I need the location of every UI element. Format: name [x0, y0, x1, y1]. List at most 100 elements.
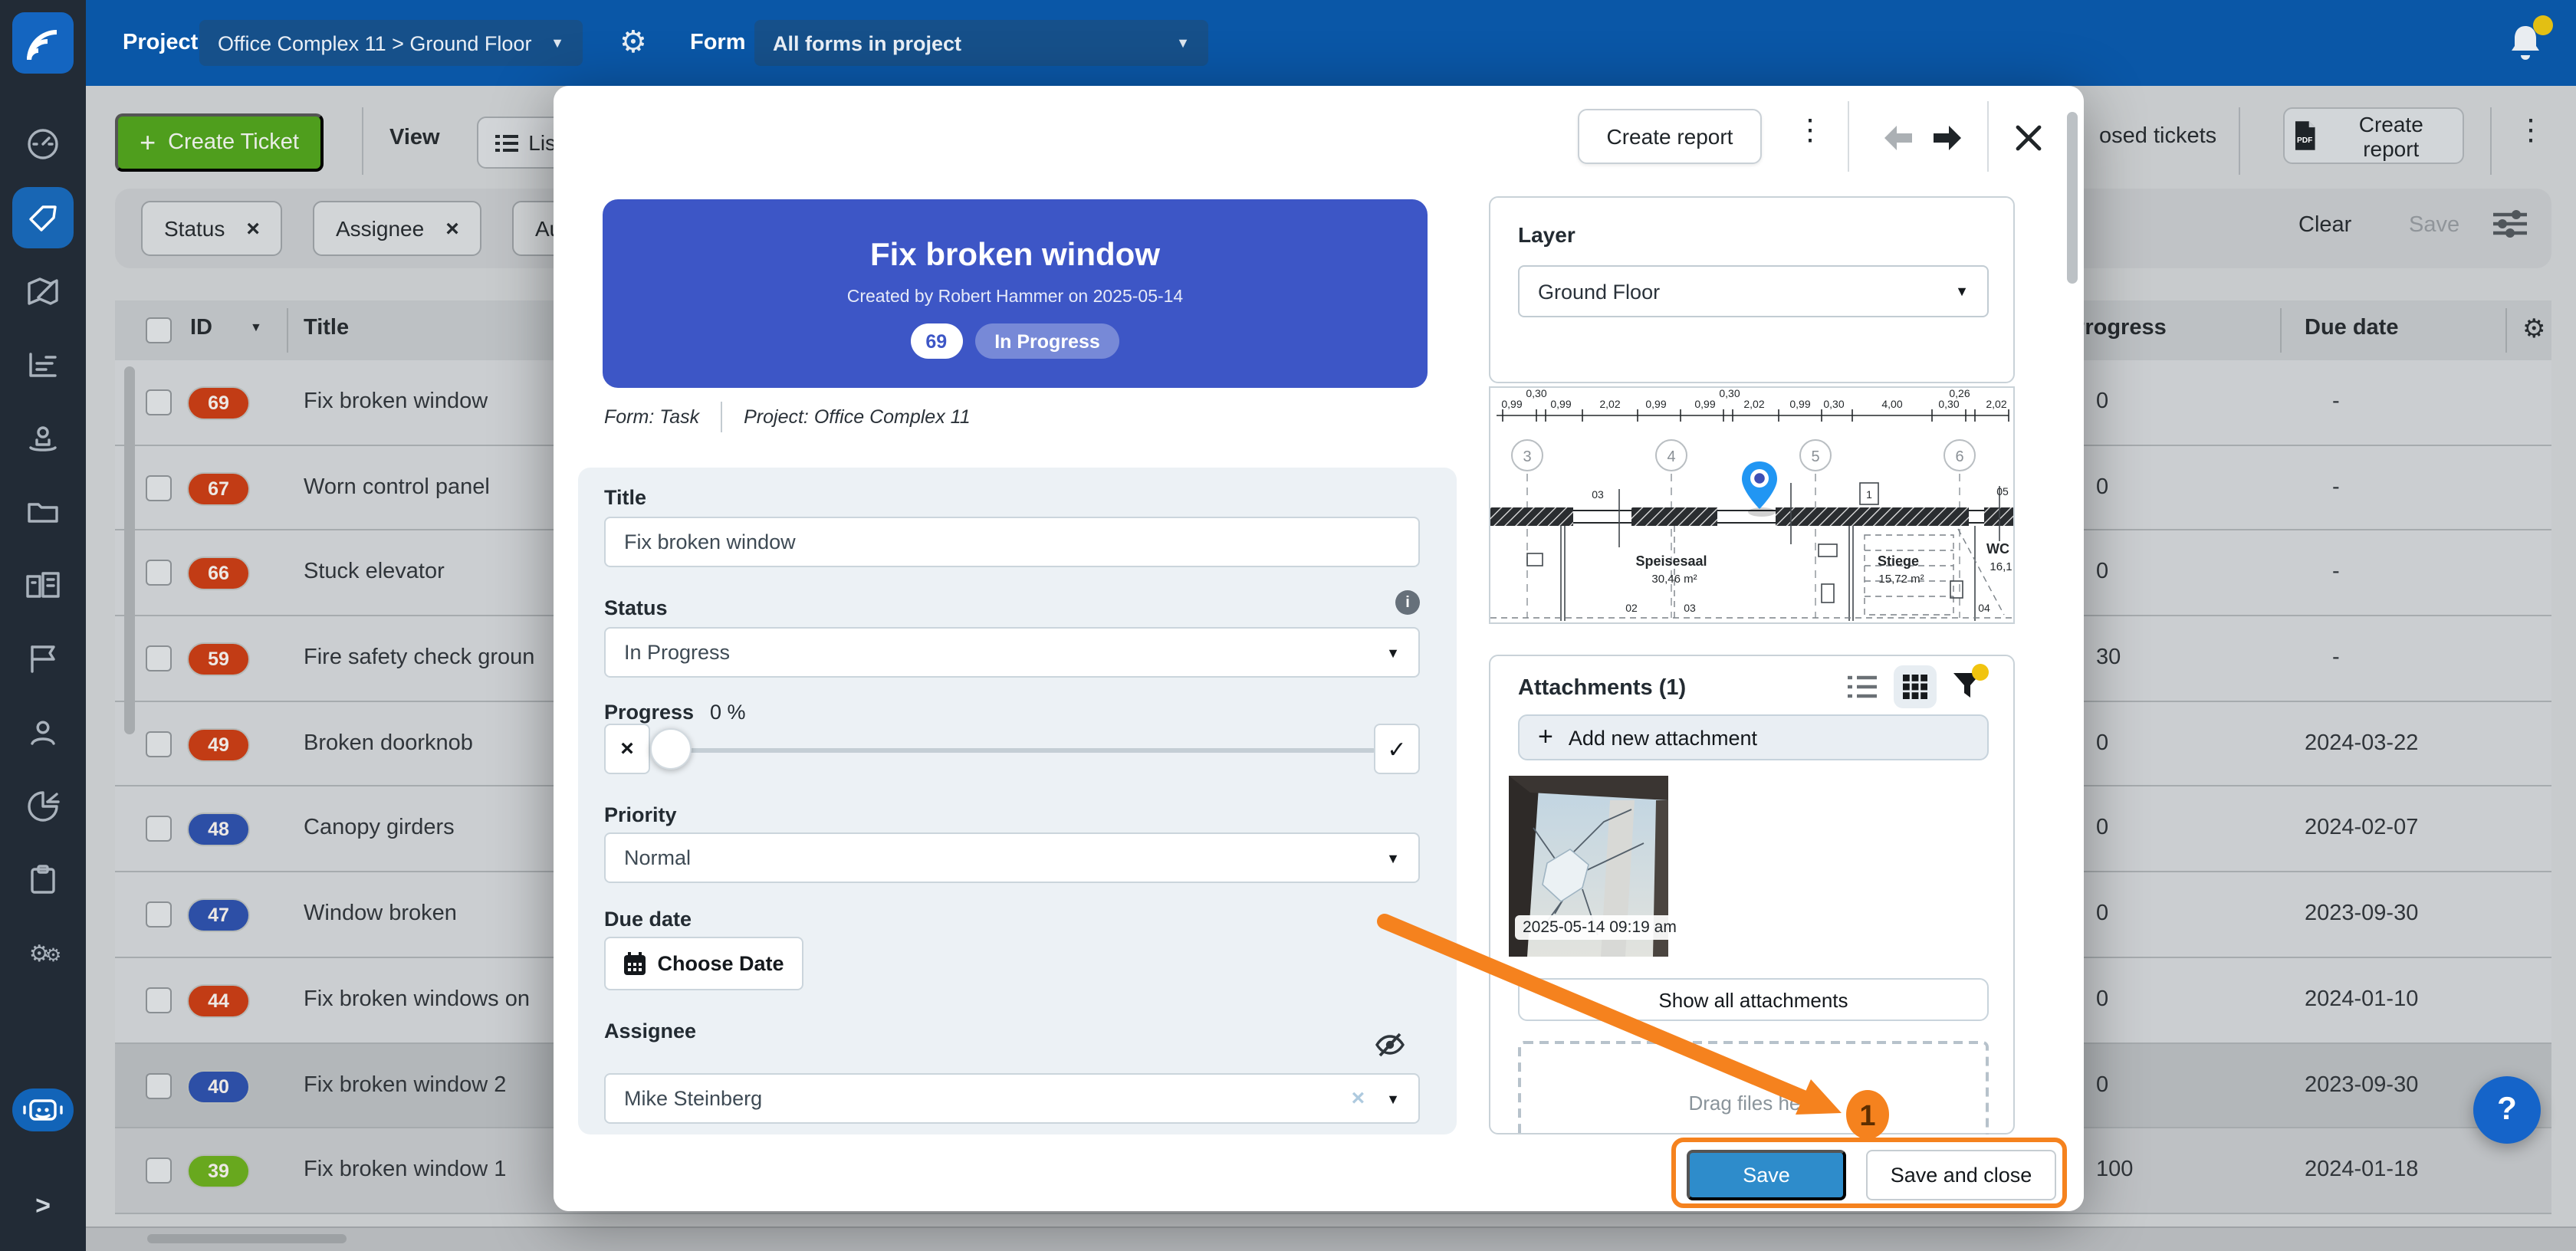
- row-checkbox[interactable]: [146, 731, 172, 757]
- column-header-due-date[interactable]: Due date: [2305, 316, 2399, 340]
- calendar-icon: [623, 952, 645, 975]
- row-checkbox[interactable]: [146, 987, 172, 1013]
- sidebar-item-projects-buildings-icon[interactable]: [12, 555, 74, 616]
- ticket-header-card: Fix broken window Created by Robert Hamm…: [603, 199, 1428, 388]
- svg-text:30,46 m²: 30,46 m²: [1651, 573, 1697, 586]
- ticket-title-cell[interactable]: Fix broken window: [304, 389, 488, 414]
- form-selector[interactable]: All forms in project ▼: [754, 20, 1208, 66]
- modal-create-report-button[interactable]: Create report: [1578, 109, 1762, 164]
- column-header-title[interactable]: Title: [304, 316, 349, 340]
- floor-plan-preview[interactable]: 0,990,992,020,990,992,020,990,304,000,30…: [1489, 386, 2015, 624]
- close-icon[interactable]: ×: [445, 215, 459, 241]
- ticket-title-cell[interactable]: Fix broken window 2: [304, 1072, 506, 1097]
- project-settings-gear-icon[interactable]: ⚙: [619, 23, 647, 61]
- title-field-input[interactable]: Fix broken window: [604, 517, 1420, 567]
- filters-clear-button[interactable]: Clear: [2298, 213, 2351, 238]
- closed-tickets-label[interactable]: osed tickets: [2099, 124, 2216, 149]
- select-all-checkbox[interactable]: [146, 317, 172, 343]
- assignee-dropdown[interactable]: Mike Steinberg × ▼: [604, 1073, 1420, 1124]
- column-header-progress[interactable]: Progress: [2070, 316, 2167, 340]
- attachments-list-view-icon[interactable]: [1848, 675, 1877, 707]
- svg-text:16,1: 16,1: [1990, 560, 2012, 573]
- create-report-button[interactable]: PDF Create report: [2283, 107, 2464, 164]
- ticket-title-cell[interactable]: Fix broken windows on: [304, 987, 530, 1012]
- help-button[interactable]: ?: [2473, 1076, 2541, 1144]
- attachments-filter-funnel-icon[interactable]: [1952, 670, 1983, 708]
- row-checkbox[interactable]: [146, 816, 172, 842]
- ticket-title-cell[interactable]: Canopy girders: [304, 816, 455, 841]
- progress-slider-track[interactable]: [661, 748, 1375, 753]
- info-icon[interactable]: i: [1395, 590, 1420, 615]
- ticket-title-cell[interactable]: Fix broken window 1: [304, 1157, 506, 1182]
- project-selector[interactable]: Office Complex 11 > Ground Floor ▼: [199, 20, 583, 66]
- table-vertical-scrollbar[interactable]: [124, 366, 135, 734]
- filter-settings-sliders-icon[interactable]: [2490, 204, 2530, 251]
- sort-caret-icon[interactable]: ▼: [250, 320, 262, 334]
- due-date-cell: -: [2305, 645, 2340, 670]
- sidebar-item-flags-flag-icon[interactable]: [12, 629, 74, 690]
- row-checkbox[interactable]: [146, 1072, 172, 1098]
- create-ticket-button[interactable]: + Create Ticket: [115, 113, 324, 172]
- svg-text:0,30: 0,30: [1526, 388, 1546, 399]
- plus-icon: +: [1538, 722, 1553, 753]
- table-horizontal-scrollbar[interactable]: [147, 1234, 347, 1243]
- close-icon[interactable]: ×: [246, 215, 260, 241]
- row-checkbox[interactable]: [146, 901, 172, 928]
- row-checkbox[interactable]: [146, 474, 172, 501]
- status-dropdown[interactable]: In Progress ▼: [604, 627, 1420, 678]
- close-icon[interactable]: [2013, 123, 2044, 153]
- filters-save-button[interactable]: Save: [2409, 213, 2459, 238]
- sidebar-item-contacts-person-icon[interactable]: [12, 702, 74, 763]
- divider: [2280, 308, 2282, 353]
- sidebar-item-dashboard-gauge-icon[interactable]: [12, 113, 74, 175]
- row-checkbox[interactable]: [146, 1157, 172, 1184]
- next-ticket-arrow-icon[interactable]: [1930, 123, 1964, 153]
- sidebar-item-documents-folder-icon[interactable]: [12, 481, 74, 543]
- ticket-title-cell[interactable]: Stuck elevator: [304, 560, 445, 585]
- progress-confirm-button[interactable]: ✓: [1374, 724, 1420, 774]
- sidebar-item-reports-pie-chart-icon[interactable]: [12, 776, 74, 837]
- sidebar-item-plans-edit-icon[interactable]: [12, 261, 74, 322]
- column-header-id[interactable]: ID: [190, 316, 212, 340]
- row-checkbox[interactable]: [146, 645, 172, 671]
- more-options-kebab-icon[interactable]: ⋮: [2516, 113, 2545, 149]
- attachment-thumbnail[interactable]: 2025-05-14 09:19 am: [1509, 776, 1668, 957]
- clear-assignee-icon[interactable]: ×: [1352, 1085, 1365, 1111]
- svg-text:03: 03: [1684, 602, 1696, 614]
- progress-cancel-button[interactable]: ×: [604, 724, 650, 774]
- sidebar-item-tickets-tag-icon[interactable]: [12, 187, 74, 248]
- choose-date-button[interactable]: Choose Date: [604, 937, 803, 990]
- sidebar-item-tasks-clipboard-icon[interactable]: [12, 849, 74, 911]
- column-settings-gear-icon[interactable]: ⚙: [2522, 314, 2546, 345]
- layer-dropdown[interactable]: Ground Floor ▼: [1518, 265, 1989, 317]
- modal-scrollbar[interactable]: [2067, 112, 2078, 284]
- app-logo[interactable]: [12, 12, 74, 74]
- visibility-hidden-eye-icon[interactable]: [1375, 1032, 1405, 1065]
- priority-dropdown[interactable]: Normal ▼: [604, 832, 1420, 883]
- ticket-title-cell[interactable]: Window broken: [304, 901, 457, 926]
- progress-slider-handle[interactable]: [650, 728, 692, 770]
- sidebar-item-ai-assistant-robot-icon[interactable]: [12, 1088, 74, 1131]
- notifications-bell-icon[interactable]: [2507, 21, 2550, 64]
- ticket-id-badge: 48: [187, 813, 250, 847]
- sidebar-item-settings-gears-icon[interactable]: ⚙⚙: [12, 923, 74, 984]
- form-selector-value: All forms in project: [773, 31, 961, 54]
- sidebar-item-expand-chevron-icon[interactable]: >: [12, 1176, 74, 1237]
- filter-chip-status[interactable]: Status×: [141, 201, 283, 256]
- sidebar-item-stats-chart-icon[interactable]: [12, 334, 74, 396]
- save-button[interactable]: Save: [1687, 1150, 1846, 1200]
- row-checkbox[interactable]: [146, 560, 172, 586]
- ticket-title-cell[interactable]: Broken doorknob: [304, 731, 473, 756]
- svg-text:0,99: 0,99: [1645, 398, 1666, 410]
- filter-chip-assignee[interactable]: Assignee×: [313, 201, 482, 256]
- ticket-title-cell[interactable]: Worn control panel: [304, 474, 490, 499]
- attachments-grid-view-icon[interactable]: [1894, 665, 1937, 708]
- show-all-attachments-button[interactable]: Show all attachments: [1518, 978, 1989, 1021]
- sidebar-item-inspection-person-pin-icon[interactable]: [12, 408, 74, 469]
- ticket-title-cell[interactable]: Fire safety check groun: [304, 645, 534, 670]
- save-and-close-button[interactable]: Save and close: [1866, 1150, 2056, 1200]
- previous-ticket-arrow-icon[interactable]: [1881, 123, 1915, 153]
- add-attachment-button[interactable]: + Add new attachment: [1518, 714, 1989, 760]
- row-checkbox[interactable]: [146, 389, 172, 415]
- modal-more-options-kebab-icon[interactable]: ⋮: [1796, 113, 1825, 149]
